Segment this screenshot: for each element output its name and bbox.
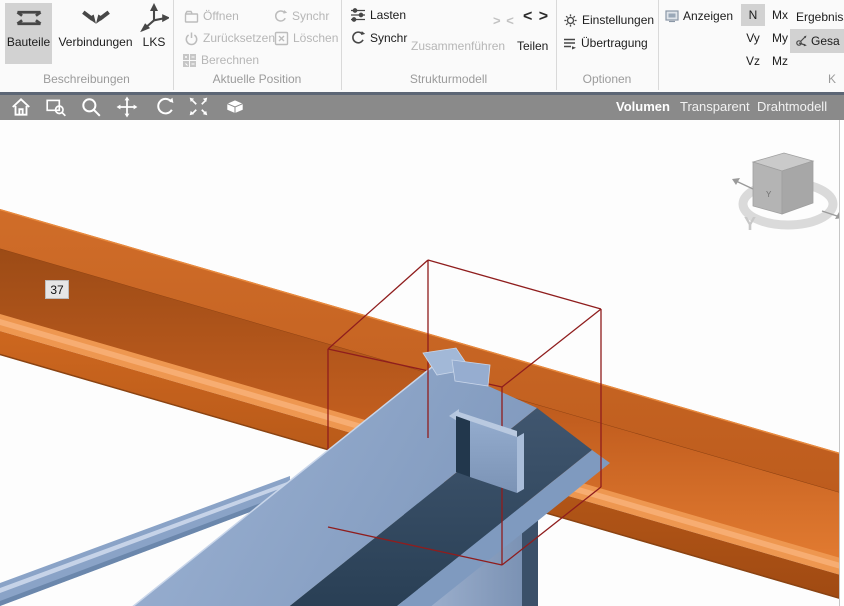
synchr-struktur-label: Synchr (370, 31, 408, 45)
view-mode-volumen[interactable]: Volumen (616, 99, 670, 114)
verbindungen-label: Verbindungen (58, 35, 133, 49)
oeffnen-label: Öffnen (203, 9, 239, 23)
view-mode-transparent[interactable]: Transparent (680, 99, 750, 114)
loeschen-label: Löschen (293, 31, 339, 45)
ribbon-group-strukturmodell: Lasten Synchr > < Zusammenführen < > Tei… (341, 0, 557, 90)
uebertragung-label: Übertragung (581, 36, 648, 50)
zusammenfuehren-label: Zusammenführen (411, 39, 506, 53)
teilen-button[interactable]: Teilen (517, 37, 548, 55)
einstellungen-label: Einstellungen (582, 13, 655, 27)
verbindungen-button[interactable]: Verbindungen (54, 3, 137, 64)
loads-sliders-icon (350, 7, 366, 23)
solid-box-icon[interactable] (224, 96, 248, 118)
group-label-kraefte: K (827, 72, 836, 86)
ergebnisse-label: Ergebniss (796, 8, 844, 26)
force-vz-toggle[interactable]: Vz (741, 50, 765, 72)
berechnen-button[interactable]: Berechnen (182, 51, 259, 69)
viewport-toolbar: Volumen Transparent Drahtmodell (0, 92, 844, 120)
anzeigen-button[interactable]: Anzeigen (665, 7, 733, 25)
zoom-button[interactable] (80, 96, 104, 118)
reset-power-icon (184, 31, 199, 46)
delete-x-icon (274, 31, 289, 46)
refresh-icon (273, 9, 288, 24)
pan-button[interactable] (116, 96, 140, 118)
navigation-cube[interactable]: Y Y (732, 152, 843, 234)
force-n-toggle[interactable]: N (741, 4, 765, 26)
connection-arrows-icon (81, 3, 111, 33)
uebertragung-button[interactable]: Übertragung (562, 34, 648, 52)
force-vy-label: Vy (746, 31, 760, 45)
steel-profile-icon (14, 3, 44, 33)
zoom-window-button[interactable] (45, 96, 69, 118)
viewport-right-border (839, 120, 844, 606)
model-viewport[interactable]: Y Y 37 (0, 120, 844, 606)
split-glyph: < > (523, 8, 550, 25)
lks-label: LKS (142, 35, 166, 49)
berechnen-label: Berechnen (201, 53, 260, 67)
split-icon[interactable]: < > (523, 8, 549, 26)
oeffnen-button[interactable]: Öffnen (184, 7, 239, 25)
bauteile-button[interactable]: Bauteile (5, 3, 52, 64)
display-icon (665, 9, 679, 23)
group-label-aktuelle-position: Aktuelle Position (212, 72, 302, 86)
total-deformation-icon (793, 34, 808, 49)
gesamt-label: Gesa (811, 34, 840, 48)
force-my-label: My (772, 31, 788, 45)
home-view-button[interactable] (10, 96, 34, 118)
gesamt-toggle[interactable]: Gesa (790, 29, 844, 53)
scene-3d: Y Y (0, 120, 844, 606)
ribbon-group-kraefte: Anzeigen N Mx Vy My Vz Mz Ergebniss Gesa… (658, 0, 844, 90)
folder-icon (184, 9, 199, 24)
ribbon-group-beschreibungen: Bauteile Verbindungen LKS Beschreibungen (0, 0, 174, 90)
ribbon-group-aktuelle-position: Öffnen Synchr Zurücksetzen Löschen Berec… (173, 0, 342, 90)
loeschen-button[interactable]: Löschen (274, 29, 338, 47)
synchr-position-label: Synchr (292, 9, 330, 23)
gear-icon (563, 13, 578, 28)
anzeigen-label: Anzeigen (683, 9, 734, 23)
teilen-label: Teilen (517, 39, 549, 53)
force-mx-toggle[interactable]: Mx (768, 4, 792, 26)
cube-axis-big-label: Y (744, 214, 756, 234)
zoom-extents-button[interactable] (188, 96, 212, 118)
synchr-position-button[interactable]: Synchr (273, 7, 329, 25)
calculator-grid-icon (182, 53, 197, 68)
force-mz-label: Mz (772, 54, 788, 68)
zusammenfuehren-button[interactable]: Zusammenführen (411, 37, 505, 55)
zuruecksetzen-button[interactable]: Zurücksetzen (184, 29, 275, 47)
ribbon: Bauteile Verbindungen LKS Beschreibungen (0, 0, 844, 92)
lasten-button[interactable]: Lasten (350, 6, 406, 24)
force-vy-toggle[interactable]: Vy (741, 27, 765, 49)
cube-axis-small-label: Y (766, 190, 772, 199)
refresh-icon (350, 30, 366, 46)
axes-icon (139, 3, 169, 33)
merge-icon[interactable]: > < (493, 13, 515, 28)
force-mz-toggle[interactable]: Mz (768, 50, 792, 72)
merge-glyph: > < (493, 13, 515, 28)
group-label-beschreibungen: Beschreibungen (43, 72, 130, 86)
force-my-toggle[interactable]: My (768, 27, 792, 49)
transfer-lines-icon (562, 36, 577, 51)
bauteile-label: Bauteile (6, 35, 51, 49)
force-mx-label: Mx (772, 8, 788, 22)
zuruecksetzen-label: Zurücksetzen (203, 31, 276, 45)
ribbon-group-optionen: Einstellungen Übertragung Optionen (556, 0, 659, 90)
member-id-tag[interactable]: 37 (45, 280, 69, 299)
group-label-optionen: Optionen (582, 72, 632, 86)
synchr-struktur-button[interactable]: Synchr (350, 29, 407, 47)
lasten-label: Lasten (370, 8, 407, 22)
rotate-view-button[interactable] (154, 96, 178, 118)
view-mode-drahtmodell[interactable]: Drahtmodell (757, 99, 827, 114)
ergebnisse-text: Ergebniss (796, 10, 844, 24)
einstellungen-button[interactable]: Einstellungen (563, 11, 654, 29)
force-n-label: N (748, 8, 758, 22)
group-label-strukturmodell: Strukturmodell (409, 72, 488, 86)
force-vz-label: Vz (745, 54, 760, 68)
lks-button[interactable]: LKS (138, 3, 170, 64)
